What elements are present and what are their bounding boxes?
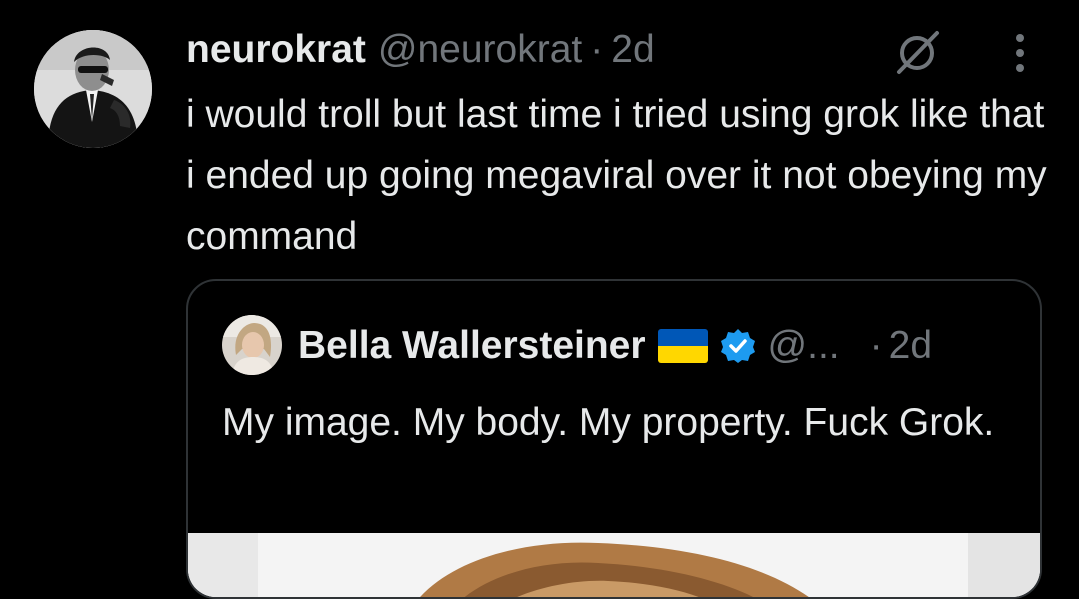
quoted-author-name[interactable]: Bella Wallersteiner	[298, 324, 646, 368]
attached-photo	[188, 533, 1040, 597]
avatar-photo	[34, 30, 152, 148]
quoted-author-avatar[interactable]	[222, 315, 282, 375]
ukraine-flag-icon	[657, 329, 708, 363]
more-vertical-icon[interactable]	[1000, 30, 1040, 76]
author-avatar[interactable]	[34, 30, 152, 148]
grok-icon[interactable]	[893, 27, 943, 77]
verified-badge-icon	[720, 328, 756, 364]
quoted-author-handle[interactable]: @...	[768, 324, 840, 368]
tweet-timestamp[interactable]: 2d	[611, 28, 654, 72]
quoted-header-separator: ·	[869, 324, 883, 367]
author-handle[interactable]: @neurokrat	[378, 28, 582, 72]
tweet-header: neurokrat @neurokrat · 2d	[186, 26, 655, 74]
tweet[interactable]: neurokrat @neurokrat · 2d i would troll …	[0, 0, 1079, 599]
quoted-tweet-text: My image. My body. My property. Fuck Gro…	[222, 401, 995, 444]
quoted-avatar-photo	[222, 315, 282, 375]
quoted-media-image[interactable]	[188, 533, 1040, 597]
quoted-tweet[interactable]: Bella Wallersteiner @... · 2d My image. …	[186, 279, 1042, 599]
tweet-text: i would troll but last time i tried usin…	[186, 93, 1047, 258]
quoted-timestamp[interactable]: 2d	[889, 324, 932, 368]
header-separator: ·	[590, 28, 604, 71]
author-name[interactable]: neurokrat	[186, 28, 366, 72]
quoted-header: Bella Wallersteiner @... · 2d	[298, 319, 932, 373]
